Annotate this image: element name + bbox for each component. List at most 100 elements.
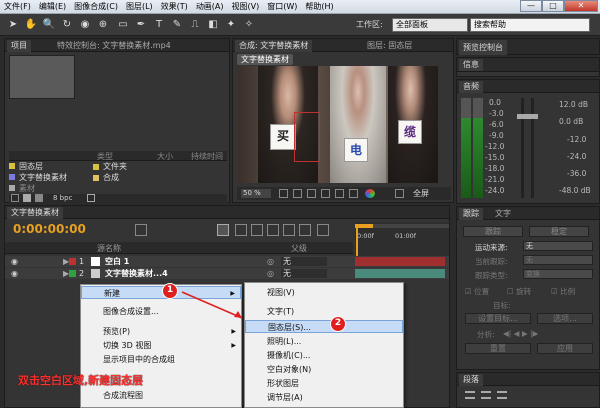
label-color[interactable]: [69, 258, 76, 265]
draft-3d-icon[interactable]: [235, 224, 247, 236]
col-source-name[interactable]: 源名称: [97, 243, 121, 254]
maximize-button[interactable]: □: [542, 0, 564, 12]
menu-edit[interactable]: 编辑(E): [35, 0, 70, 14]
position-checkbox[interactable]: ☑ 位置: [465, 286, 489, 297]
mask-tool-icon[interactable]: ▭: [116, 18, 130, 32]
parent-select[interactable]: 无: [281, 257, 327, 266]
col-type[interactable]: 类型: [97, 151, 113, 162]
eraser-tool-icon[interactable]: ◧: [206, 18, 220, 32]
mask-vis-icon[interactable]: [307, 189, 316, 198]
analyze-buttons[interactable]: ◀| ◀ ▶ |▶: [503, 329, 538, 338]
rotate-tool-icon[interactable]: ↻: [60, 18, 74, 32]
scale-checkbox[interactable]: ☑ 比例: [551, 286, 575, 297]
menu-item-preview[interactable]: 预览(P) ▶: [81, 325, 241, 338]
current-track-select[interactable]: 无: [523, 255, 593, 265]
tab-timeline[interactable]: 文字替换素材: [7, 207, 63, 219]
parent-link-icon[interactable]: ◎: [267, 268, 274, 279]
menu-window[interactable]: 窗口(W): [263, 0, 301, 14]
layer-name[interactable]: 空白 1: [105, 256, 129, 267]
close-button[interactable]: ✕: [564, 0, 598, 12]
options-button[interactable]: 选项...: [537, 313, 593, 324]
volume-slider-left[interactable]: [521, 98, 524, 198]
resolution-icon[interactable]: [395, 189, 404, 198]
track-button[interactable]: 跟踪: [463, 226, 523, 237]
menu-item-null-object[interactable]: 空白对象(N): [245, 363, 403, 376]
parent-select[interactable]: 无: [281, 269, 327, 278]
selection-tool-icon[interactable]: ➤: [6, 18, 20, 32]
menu-effect[interactable]: 效果(T): [157, 0, 192, 14]
eye-icon[interactable]: ◉: [11, 268, 18, 279]
safe-area-icon[interactable]: [279, 189, 288, 198]
eye-icon[interactable]: ◉: [11, 256, 18, 267]
align-right-icon[interactable]: [497, 391, 507, 399]
roto-brush-icon[interactable]: ✦: [224, 18, 238, 32]
menu-item-flowchart[interactable]: 合成流程图: [81, 389, 241, 402]
track-type-select[interactable]: 变换: [523, 269, 593, 279]
playhead[interactable]: [356, 228, 358, 256]
brush-tool-icon[interactable]: ✎: [170, 18, 184, 32]
transparency-icon[interactable]: [349, 189, 358, 198]
puppet-tool-icon[interactable]: ✧: [242, 18, 256, 32]
layer-name[interactable]: 文字替换素材...4: [105, 268, 168, 279]
menu-help[interactable]: 帮助(H): [301, 0, 337, 14]
tab-tracker[interactable]: 跟踪: [459, 208, 483, 220]
volume-slider-right[interactable]: [531, 98, 534, 198]
col-duration[interactable]: 持续时间: [191, 151, 223, 162]
layer-duration-bar[interactable]: [355, 269, 445, 278]
layer-duration-bar[interactable]: [355, 257, 445, 266]
rotation-checkbox[interactable]: ☐ 旋转: [507, 286, 531, 297]
reset-button[interactable]: 重置: [465, 343, 531, 354]
tab-preview[interactable]: 预览控制台: [459, 40, 507, 55]
menu-layer[interactable]: 图层(L): [122, 0, 157, 14]
comp-name-button[interactable]: 文字替换素材: [237, 54, 293, 65]
comp-viewer[interactable]: 买 电 缆: [238, 66, 438, 183]
motion-source-select[interactable]: 无: [523, 241, 593, 251]
camera-tool-icon[interactable]: ◉: [78, 18, 92, 32]
timecode[interactable]: 0:00:00:00: [13, 222, 86, 236]
folder-new-icon[interactable]: [23, 194, 31, 202]
view-select[interactable]: 全屏: [413, 188, 429, 199]
list-item[interactable]: 素材: [9, 184, 35, 194]
pen-tool-icon[interactable]: ✒: [134, 18, 148, 32]
pan-behind-tool-icon[interactable]: ⊕: [96, 18, 110, 32]
tab-text[interactable]: 文字: [491, 208, 515, 220]
tab-effects-control[interactable]: 特效控制台: 文字替换素材.mp4: [53, 40, 175, 52]
text-tool-icon[interactable]: T: [152, 18, 166, 32]
grid-icon[interactable]: [293, 189, 302, 198]
trash-icon[interactable]: [87, 194, 95, 202]
tab-paragraph[interactable]: 段落: [459, 374, 483, 386]
frame-blend-icon[interactable]: [267, 224, 279, 236]
menu-item-text[interactable]: 文字(T): [245, 305, 403, 318]
menu-animation[interactable]: 动画(A): [192, 0, 228, 14]
workspace-select[interactable]: 全部面板: [392, 18, 468, 32]
shy-icon[interactable]: [251, 224, 263, 236]
tab-layer[interactable]: 图层: 固态层: [363, 40, 416, 52]
col-size[interactable]: 大小: [157, 151, 173, 162]
tab-composition[interactable]: 合成: 文字替换素材: [235, 40, 313, 52]
channel-icon[interactable]: [365, 189, 375, 198]
region-icon[interactable]: [335, 189, 344, 198]
new-comp-icon[interactable]: [35, 194, 43, 202]
hand-tool-icon[interactable]: ✋: [24, 18, 38, 32]
slider-handle[interactable]: [527, 114, 538, 119]
menu-item-camera[interactable]: 摄像机(C)...: [245, 349, 403, 362]
stabilize-button[interactable]: 稳定: [529, 226, 589, 237]
table-row[interactable]: ◉ ▶ 2 文字替换素材...4 ◎ 无: [5, 268, 449, 279]
parent-link-icon[interactable]: ◎: [267, 256, 274, 267]
minimize-button[interactable]: —: [520, 0, 542, 12]
menu-item-reveal-comp[interactable]: 显示项目中的合成组: [81, 353, 241, 366]
zoom-select[interactable]: 50 %: [241, 189, 271, 198]
bpc-label[interactable]: 8 bpc: [53, 194, 72, 202]
tab-audio[interactable]: 音频: [459, 81, 483, 93]
list-item[interactable]: 固态层 文件夹: [9, 162, 127, 172]
menu-file[interactable]: 文件(F): [0, 0, 35, 14]
menu-item-light[interactable]: 照明(L)...: [245, 335, 403, 348]
search-help-input[interactable]: 搜索帮助: [470, 18, 590, 32]
apply-button[interactable]: 应用: [537, 343, 593, 354]
menu-composition[interactable]: 图像合成(C): [70, 0, 122, 14]
align-left-icon[interactable]: [465, 391, 475, 399]
menu-item-switch-3d-view[interactable]: 切换 3D 视图 ▶: [81, 339, 241, 352]
tab-project[interactable]: 项目: [7, 40, 31, 52]
time-ruler[interactable]: 0:00f 01:00f: [355, 222, 449, 256]
menu-item-viewer[interactable]: 视图(V): [245, 286, 403, 299]
